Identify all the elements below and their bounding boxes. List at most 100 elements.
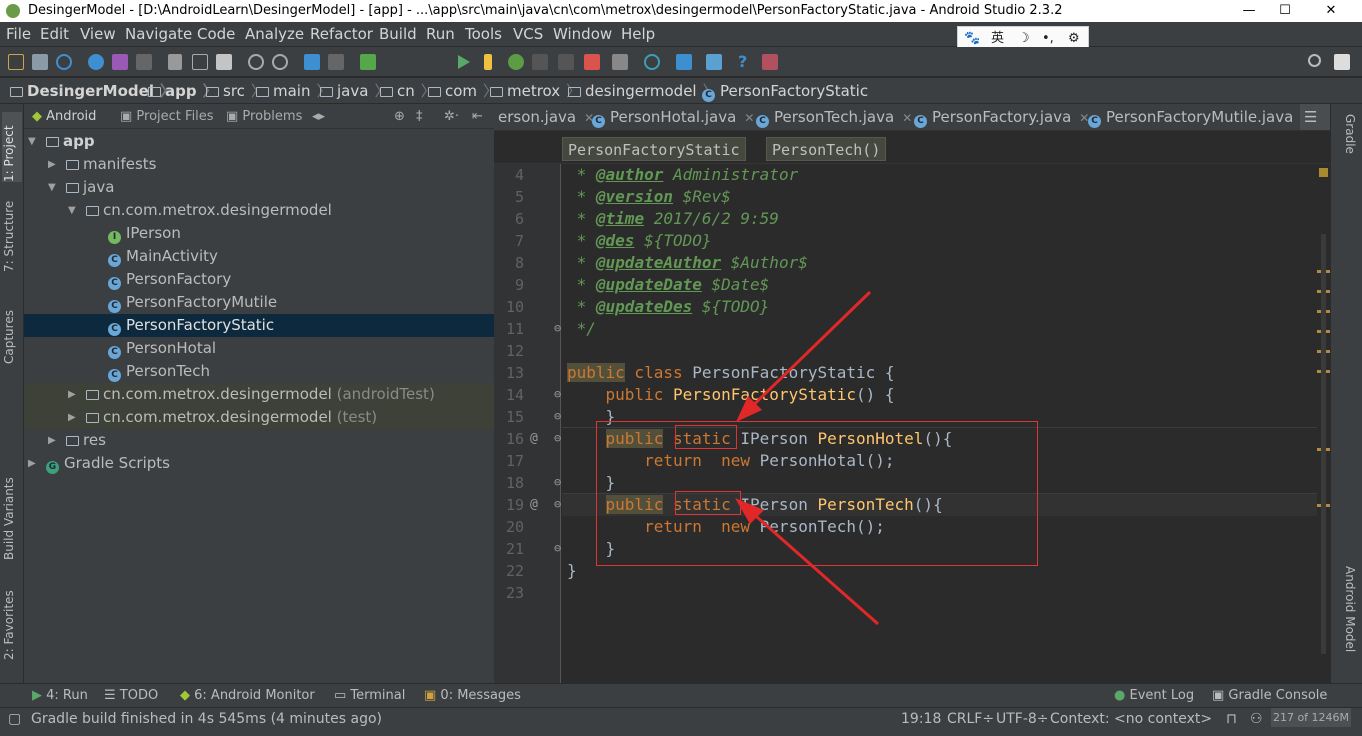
menu-code[interactable]: Code (197, 22, 235, 46)
tree-item-personfactorystatic[interactable]: C PersonFactoryStatic (24, 314, 494, 337)
line-separator[interactable]: CRLF÷ (947, 708, 994, 730)
collapse-arrow-icon[interactable]: ▶ (68, 383, 76, 406)
tab-personfactorymutile-java[interactable]: CPersonFactoryMutile.java✕ (1084, 104, 1311, 130)
replace-icon[interactable] (272, 54, 288, 70)
copy-icon[interactable] (192, 54, 208, 70)
tree-item-java[interactable]: ▼ java (24, 176, 494, 199)
todo-tool-button[interactable]: ☰ TODO (104, 684, 158, 708)
cut-icon[interactable] (168, 54, 182, 70)
paste-icon[interactable] (216, 54, 232, 70)
vertical-scrollbar[interactable] (1321, 234, 1326, 654)
crumb-desingermodel[interactable]: desingermodel〉 (568, 78, 718, 104)
maximize-button[interactable]: ☐ (1262, 0, 1308, 22)
find-icon[interactable] (248, 54, 264, 70)
stop-icon[interactable] (584, 54, 600, 70)
expand-arrow-icon[interactable]: ▼ (68, 199, 76, 222)
menu-refactor[interactable]: Refactor (310, 22, 373, 46)
tab-iperson-java[interactable]: erson.java ✕ (494, 104, 594, 130)
memory-indicator[interactable]: 217 of 1246M (1271, 708, 1351, 727)
redo-icon[interactable] (136, 54, 152, 70)
undo-icon[interactable] (112, 54, 128, 70)
run-tool-button[interactable]: ▶ 4: Run (32, 684, 88, 708)
menu-navigate[interactable]: Navigate (125, 22, 192, 46)
context-indicator[interactable]: Context: <no context> (1050, 708, 1212, 730)
gradle-sync-icon[interactable] (644, 54, 660, 70)
structure-tool-tab[interactable]: 7: Structure (2, 188, 22, 272)
menu-run[interactable]: Run (426, 22, 455, 46)
tab-problems[interactable]: ▣ Problems (226, 104, 302, 129)
tab-persontech-java[interactable]: C PersonTech.java ✕ (752, 104, 912, 130)
tree-item-persontech[interactable]: C PersonTech (24, 360, 494, 383)
status-message[interactable]: Gradle build finished in 4s 545ms (4 min… (31, 708, 382, 730)
editor-crumb-method[interactable]: PersonTech() (766, 137, 887, 161)
error-stripe[interactable] (1317, 164, 1330, 683)
build-variants-tool-tab[interactable]: Build Variants (2, 464, 22, 560)
hide-panel-icon[interactable]: ⇤ (472, 104, 483, 129)
fold-marker-icon[interactable]: ⊖ (554, 475, 561, 489)
messages-tool-button[interactable]: ▣ 0: Messages (424, 684, 521, 708)
menu-help[interactable]: Help (621, 22, 655, 46)
gradle-tool-tab[interactable]: Gradle (1337, 114, 1357, 174)
crumb-com[interactable]: com 〉 (428, 78, 498, 104)
gear-icon[interactable]: ✲· (444, 104, 459, 129)
fold-marker-icon[interactable]: ⊖ (554, 497, 561, 511)
menu-file[interactable]: File (6, 22, 31, 46)
back-icon[interactable] (304, 54, 320, 70)
terminal-tool-button[interactable]: ▭ Terminal (334, 684, 405, 708)
project-structure-icon[interactable] (676, 54, 692, 70)
tab-android[interactable]: ◆ Android (32, 104, 96, 129)
class-icon[interactable] (88, 54, 104, 70)
inspector-icon[interactable]: ⚇ (1250, 708, 1263, 730)
project-tool-tab[interactable]: 1: Project (2, 112, 22, 182)
tab-personfactory-java[interactable]: C PersonFactory.java ✕ (910, 104, 1089, 130)
forward-icon[interactable] (328, 54, 344, 70)
debug-icon[interactable] (508, 54, 524, 70)
collapse-arrow-icon[interactable]: ▶ (28, 452, 36, 475)
tree-item-package[interactable]: ▼ cn.com.metrox.desingermodel (24, 199, 494, 222)
collapse-arrow-icon[interactable]: ▶ (68, 406, 76, 429)
menu-vcs[interactable]: VCS (513, 22, 543, 46)
coverage-icon[interactable] (532, 54, 548, 70)
menu-edit[interactable]: Edit (40, 22, 69, 46)
close-button[interactable]: ✕ (1308, 0, 1354, 22)
tree-item-package-test[interactable]: ▶ cn.com.metrox.desingermodel (test) (24, 406, 494, 429)
inspection-status-icon[interactable] (1319, 168, 1328, 177)
collapse-arrow-icon[interactable]: ▶ (48, 429, 56, 452)
annotation-gutter-icon[interactable]: @ (530, 497, 538, 512)
tab-personhotal-java[interactable]: C PersonHotal.java ✕ (588, 104, 754, 130)
tree-item-gradle-scripts[interactable]: ▶ G Gradle Scripts (24, 452, 494, 475)
annotation-gutter-icon[interactable]: @ (530, 431, 538, 446)
android-monitor-tool-button[interactable]: ◆ 6: Android Monitor (180, 684, 315, 708)
menu-view[interactable]: View (80, 22, 116, 46)
tree-item-personfactory[interactable]: C PersonFactory (24, 268, 494, 291)
captures-tool-tab[interactable]: Captures (2, 294, 22, 364)
caret-position[interactable]: 19:18 (901, 708, 941, 730)
help-icon[interactable]: ? (738, 54, 754, 70)
fold-marker-icon[interactable]: ⊖ (554, 409, 561, 423)
fold-marker-icon[interactable]: ⊖ (554, 387, 561, 401)
sync-icon[interactable] (56, 54, 72, 70)
tab-project-files[interactable]: ▣ Project Files (120, 104, 214, 129)
make-project-icon[interactable] (360, 54, 376, 70)
expand-arrow-icon[interactable]: ▼ (48, 176, 56, 199)
gradle-console-tool-button[interactable]: ▣ Gradle Console (1212, 684, 1327, 708)
tab-overflow-icon[interactable]: ☰ (1300, 104, 1330, 130)
save-icon[interactable] (32, 54, 48, 70)
tree-item-manifests[interactable]: ▶ manifests (24, 153, 494, 176)
lock-icon[interactable]: ⊓ (1226, 708, 1237, 730)
avd-manager-icon[interactable] (612, 54, 628, 70)
tree-item-iperson[interactable]: I IPerson (24, 222, 494, 245)
fold-marker-icon[interactable]: ⊖ (554, 541, 561, 555)
settings-icon[interactable] (1334, 54, 1350, 70)
collapse-arrow-icon[interactable]: ▶ (48, 153, 56, 176)
tree-item-app[interactable]: ▼ app (24, 130, 494, 153)
attach-debugger-icon[interactable] (558, 54, 574, 70)
menu-analyze[interactable]: Analyze (245, 22, 304, 46)
event-log-tool-button[interactable]: ● Event Log (1114, 684, 1194, 708)
tree-item-res[interactable]: ▶ res (24, 429, 494, 452)
expand-arrow-icon[interactable]: ▼ (28, 130, 36, 153)
tree-item-mainactivity[interactable]: C MainActivity (24, 245, 494, 268)
tree-item-package-androidtest[interactable]: ▶ cn.com.metrox.desingermodel (androidTe… (24, 383, 494, 406)
fold-marker-icon[interactable]: ⊖ (554, 321, 561, 335)
locate-icon[interactable]: ⊕ (394, 104, 405, 129)
